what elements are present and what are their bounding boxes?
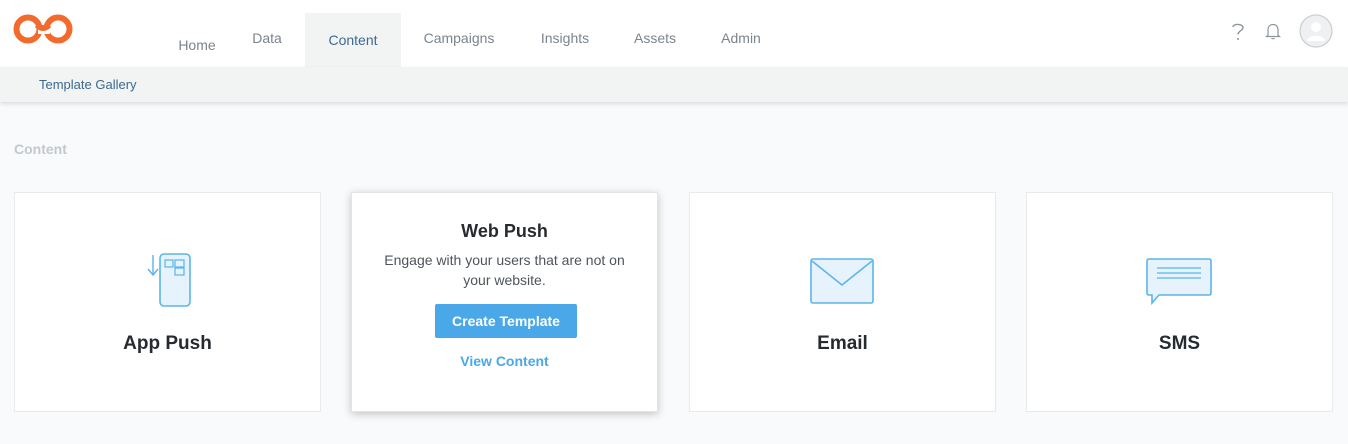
tab-home[interactable]: Home <box>172 18 222 72</box>
tab-admin[interactable]: Admin <box>712 11 770 65</box>
card-email[interactable]: Email <box>689 192 996 412</box>
card-web-push-description: Engage with your users that are not on y… <box>384 252 625 288</box>
card-web-push[interactable]: Web Push Engage with your users that are… <box>351 192 658 412</box>
chat-bubble-icon <box>1146 258 1212 306</box>
tab-insights[interactable]: Insights <box>530 11 600 65</box>
tab-campaigns[interactable]: Campaigns <box>417 11 501 65</box>
tab-data[interactable]: Data <box>245 11 289 65</box>
view-content-link[interactable]: View Content <box>352 353 657 369</box>
help-icon[interactable] <box>1230 21 1246 43</box>
section-title: Content <box>14 141 67 157</box>
top-navigation-bar: Home Data Content Campaigns Insights Ass… <box>0 0 1348 67</box>
card-web-push-title: Web Push <box>461 221 548 241</box>
card-sms-label: SMS <box>1158 333 1201 354</box>
tab-content[interactable]: Content <box>305 13 401 67</box>
create-template-button[interactable]: Create Template <box>435 304 577 338</box>
phone-push-icon <box>147 253 191 307</box>
card-email-label: Email <box>817 333 868 354</box>
tab-assets[interactable]: Assets <box>627 11 683 65</box>
bell-icon[interactable] <box>1265 22 1281 40</box>
template-gallery-link[interactable]: Template Gallery <box>39 77 137 92</box>
card-app-push-label: App Push <box>123 333 212 354</box>
brand-logo-icon[interactable] <box>13 13 75 45</box>
card-sms[interactable]: SMS <box>1026 192 1333 412</box>
sub-navigation-bar: Template Gallery <box>0 67 1348 102</box>
avatar-icon[interactable] <box>1299 14 1333 48</box>
card-app-push[interactable]: App Push <box>14 192 321 412</box>
envelope-icon <box>810 258 874 304</box>
